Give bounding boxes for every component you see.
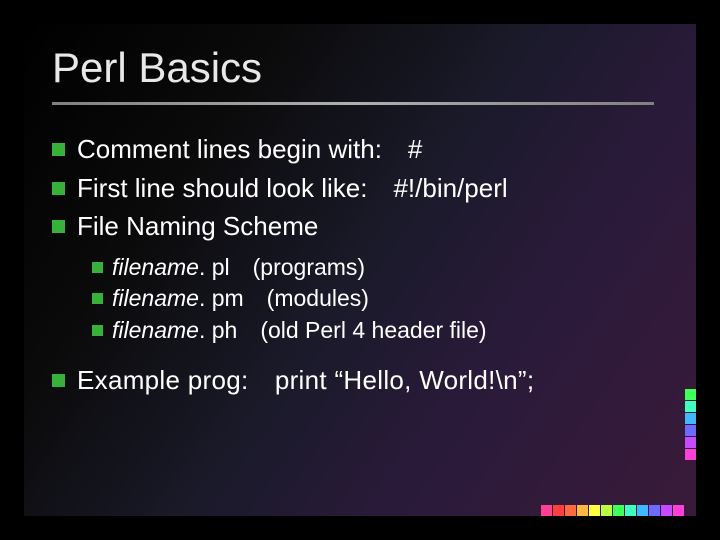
square-bullet-icon (52, 143, 65, 156)
bullet-text: Example prog: print “Hello, World!\n”; (77, 364, 534, 397)
deco-square-icon (577, 505, 588, 516)
sub-bullet-text: filename. pm (modules) (112, 284, 369, 314)
file-desc: (modules) (267, 285, 369, 311)
bullet-item: File Naming Scheme (52, 210, 654, 243)
title-underline (52, 102, 654, 105)
deco-square-icon (685, 437, 696, 448)
square-bullet-icon (92, 262, 103, 273)
decorative-squares-bottom (540, 504, 684, 516)
deco-square-icon (685, 413, 696, 424)
deco-square-icon (685, 401, 696, 412)
sub-bullet-text: filename. pl (programs) (112, 253, 365, 283)
bullet-item: First line should look like: #!/bin/perl (52, 172, 654, 205)
file-ext: . pl (199, 254, 230, 280)
square-bullet-icon (52, 374, 65, 387)
file-desc: (old Perl 4 header file) (260, 317, 486, 343)
square-bullet-icon (52, 220, 65, 233)
file-ext: . pm (199, 285, 244, 311)
deco-square-icon (685, 449, 696, 460)
filename-italic: filename (112, 285, 199, 311)
deco-square-icon (625, 505, 636, 516)
square-bullet-icon (92, 325, 103, 336)
deco-square-icon (661, 505, 672, 516)
bullet-text: First line should look like: #!/bin/perl (77, 172, 508, 205)
bullet-item: Example prog: print “Hello, World!\n”; (52, 364, 654, 397)
slide-title: Perl Basics (52, 44, 654, 92)
deco-square-icon (649, 505, 660, 516)
deco-square-icon (589, 505, 600, 516)
square-bullet-icon (92, 293, 103, 304)
sub-bullet-item: filename. pm (modules) (92, 284, 654, 314)
deco-square-icon (673, 505, 684, 516)
decorative-squares-right (684, 388, 696, 460)
deco-square-icon (553, 505, 564, 516)
bullet-item: Comment lines begin with: # (52, 133, 654, 166)
sub-bullet-item: filename. pl (programs) (92, 253, 654, 283)
deco-square-icon (685, 389, 696, 400)
sub-bullet-item: filename. ph (old Perl 4 header file) (92, 316, 654, 346)
bullet-text: Comment lines begin with: # (77, 133, 422, 166)
deco-square-icon (541, 505, 552, 516)
filename-italic: filename (112, 254, 199, 280)
deco-square-icon (613, 505, 624, 516)
sub-list: filename. pl (programs) filename. pm (mo… (92, 253, 654, 347)
deco-square-icon (685, 425, 696, 436)
bullet-text: File Naming Scheme (77, 210, 318, 243)
slide: Perl Basics Comment lines begin with: # … (24, 24, 696, 516)
file-desc: (programs) (253, 254, 365, 280)
deco-square-icon (601, 505, 612, 516)
deco-square-icon (637, 505, 648, 516)
sub-bullet-text: filename. ph (old Perl 4 header file) (112, 316, 487, 346)
deco-square-icon (565, 505, 576, 516)
file-ext: . ph (199, 317, 237, 343)
filename-italic: filename (112, 317, 199, 343)
square-bullet-icon (52, 182, 65, 195)
